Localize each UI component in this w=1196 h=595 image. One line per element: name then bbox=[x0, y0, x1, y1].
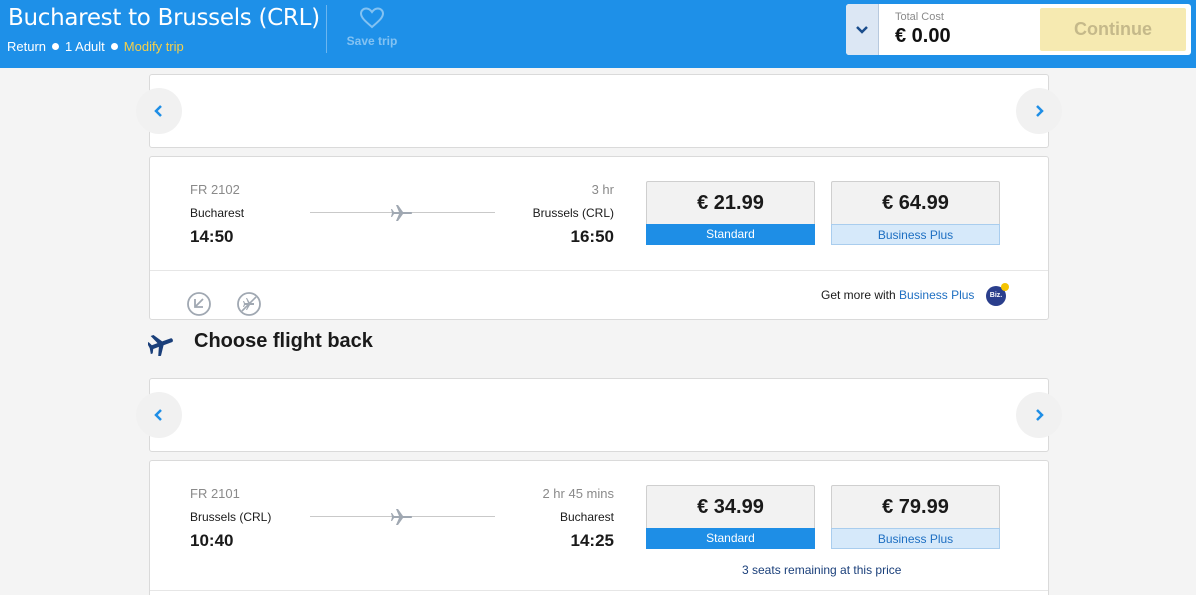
flight-number: FR 2101 bbox=[190, 486, 240, 501]
return-flight-card: FR 2101 Brussels (CRL) 10:40 2 hr 45 min… bbox=[149, 460, 1049, 595]
no-flight-icon[interactable] bbox=[236, 291, 262, 317]
chevron-left-icon bbox=[154, 105, 162, 117]
total-cost-label: Total Cost bbox=[895, 11, 944, 23]
fare-type-label: Standard bbox=[646, 528, 815, 549]
total-cost-value: € 0.00 bbox=[895, 25, 951, 47]
standard-fare-option[interactable]: € 21.99 Standard bbox=[646, 181, 815, 245]
outbound-date-carousel bbox=[136, 74, 1062, 148]
departure-time: 14:50 bbox=[190, 227, 234, 246]
fare-type-label: Business Plus bbox=[831, 528, 1000, 549]
plane-icon bbox=[391, 509, 413, 525]
heart-icon bbox=[359, 7, 385, 29]
badge-star bbox=[1001, 283, 1009, 291]
chevron-left-icon bbox=[154, 409, 162, 421]
standard-fare-option[interactable]: € 34.99 Standard bbox=[646, 485, 815, 549]
cost-breakdown-toggle[interactable] bbox=[846, 4, 879, 55]
seats-remaining-notice: 3 seats remaining at this price bbox=[742, 563, 902, 577]
continue-button[interactable]: Continue bbox=[1040, 8, 1186, 51]
return-next-date-button[interactable] bbox=[1016, 392, 1062, 438]
card-divider bbox=[150, 270, 1048, 271]
origin-city: Bucharest bbox=[190, 206, 245, 220]
outbound-next-date-button[interactable] bbox=[1016, 88, 1062, 134]
get-more-promo: Get more with Business Plus bbox=[821, 288, 974, 302]
flight-number: FR 2102 bbox=[190, 182, 240, 197]
destination-city: Brussels (CRL) bbox=[532, 206, 614, 220]
business-plus-link[interactable]: Business Plus bbox=[899, 288, 974, 302]
lounge-icon[interactable] bbox=[186, 291, 212, 317]
arrival-time: 16:50 bbox=[570, 227, 614, 246]
chevron-right-icon bbox=[1036, 409, 1044, 421]
fare-price: € 21.99 bbox=[697, 192, 764, 214]
save-trip-button[interactable]: Save trip bbox=[342, 6, 402, 48]
plane-icon bbox=[391, 205, 413, 221]
return-prev-date-button[interactable] bbox=[136, 392, 182, 438]
fare-price: € 34.99 bbox=[697, 496, 764, 518]
trip-type: Return bbox=[7, 39, 47, 54]
biz-badge-text: Biz. bbox=[989, 292, 1003, 299]
business-plus-badge: Biz. bbox=[986, 283, 1009, 306]
plane-icon bbox=[148, 335, 173, 356]
get-more-text: Get more with bbox=[821, 288, 896, 302]
chevron-right-icon bbox=[1036, 105, 1044, 117]
page-title: Bucharest to Brussels (CRL) bbox=[8, 5, 320, 31]
origin-city: Brussels (CRL) bbox=[190, 510, 272, 524]
flight-duration: 2 hr 45 mins bbox=[542, 486, 614, 501]
passenger-count: 1 Adult bbox=[65, 39, 105, 54]
separator-dot bbox=[52, 43, 60, 50]
fare-type-label: Standard bbox=[646, 224, 815, 245]
flight-duration: 3 hr bbox=[591, 182, 614, 197]
arrival-time: 14:25 bbox=[570, 531, 614, 550]
chevron-down-icon bbox=[856, 25, 868, 34]
outbound-prev-date-button[interactable] bbox=[136, 88, 182, 134]
trip-summary: Return 1 Adult Modify trip bbox=[7, 39, 184, 54]
fare-price: € 64.99 bbox=[882, 192, 949, 214]
return-date-carousel bbox=[136, 378, 1062, 452]
top-bar: Bucharest to Brussels (CRL) Return 1 Adu… bbox=[0, 0, 1196, 68]
separator-dot bbox=[110, 43, 118, 50]
destination-city: Bucharest bbox=[559, 510, 614, 524]
departure-time: 10:40 bbox=[190, 531, 234, 550]
business-plus-fare-option[interactable]: € 79.99 Business Plus bbox=[831, 485, 1000, 549]
fare-type-label: Business Plus bbox=[831, 224, 1000, 245]
save-trip-label: Save trip bbox=[346, 34, 398, 48]
total-cost-panel: Total Cost € 0.00 Continue bbox=[846, 4, 1191, 55]
outbound-flight-card: FR 2102 Bucharest 14:50 3 hr Brussels (C… bbox=[149, 156, 1049, 320]
return-section-title: Choose flight back bbox=[194, 330, 373, 352]
card-divider bbox=[150, 590, 1048, 591]
header-divider bbox=[326, 5, 327, 53]
fare-price: € 79.99 bbox=[882, 496, 949, 518]
modify-trip-link[interactable]: Modify trip bbox=[124, 39, 184, 54]
business-plus-fare-option[interactable]: € 64.99 Business Plus bbox=[831, 181, 1000, 245]
